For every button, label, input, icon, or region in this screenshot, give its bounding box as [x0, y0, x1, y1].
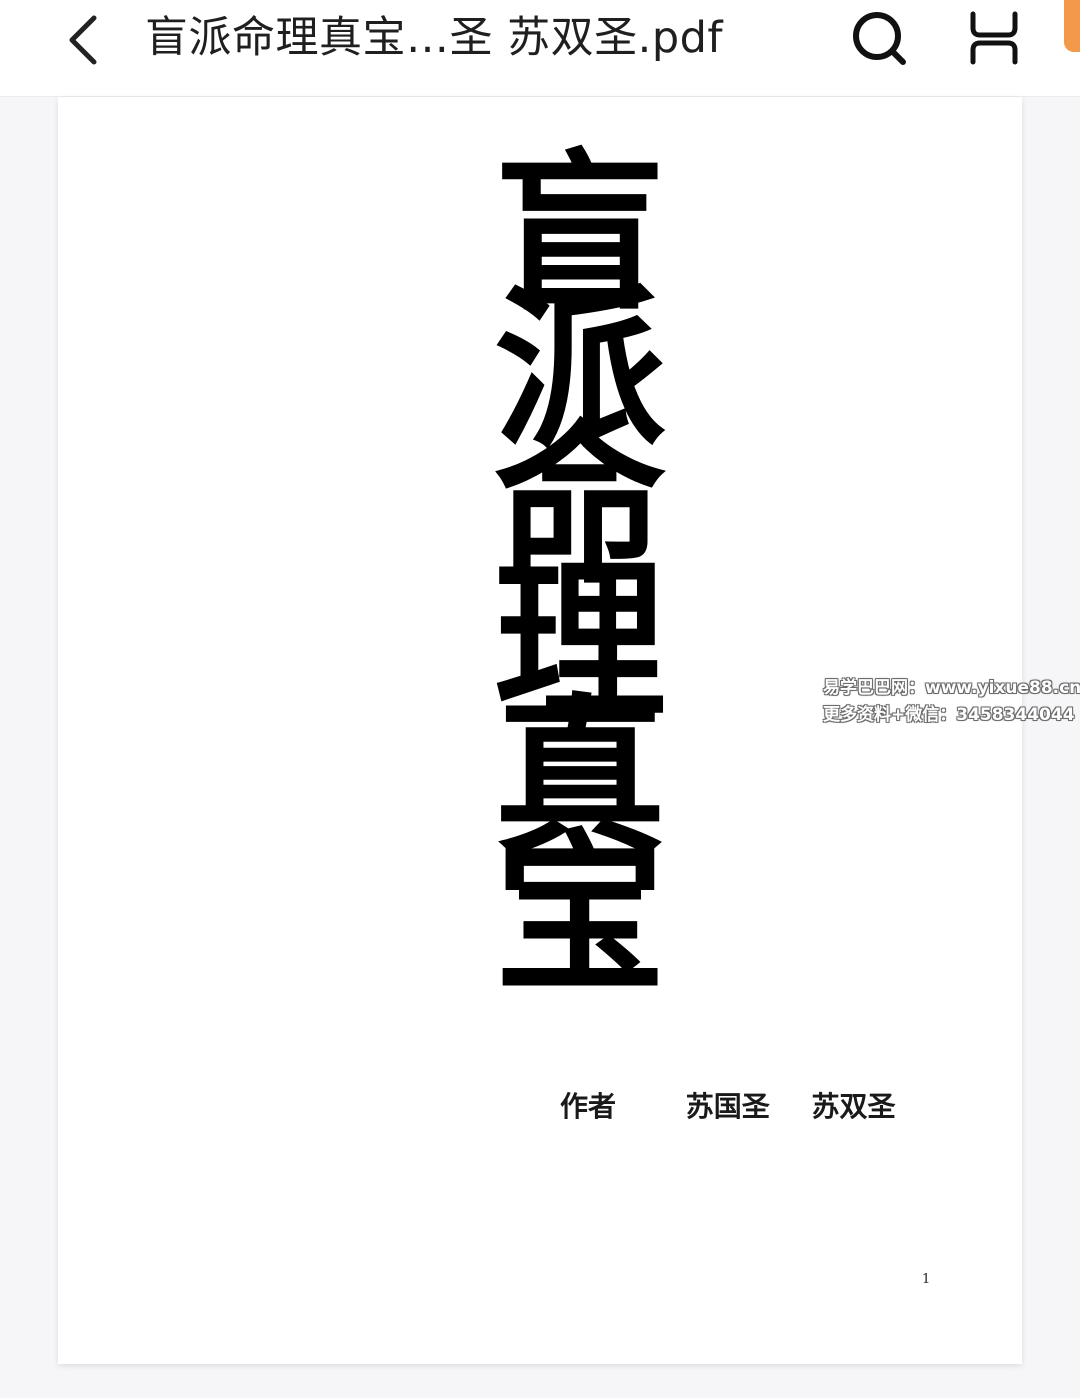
- reading-mode-button[interactable]: [960, 4, 1028, 72]
- chevron-left-icon: [69, 15, 97, 65]
- reading-mode-icon: [970, 11, 1018, 65]
- search-button[interactable]: [845, 4, 913, 72]
- author-name: 苏双圣: [811, 1090, 896, 1123]
- author-name: 苏国圣: [685, 1090, 770, 1123]
- author-label: 作者: [560, 1090, 617, 1123]
- back-button[interactable]: [52, 0, 116, 80]
- cover-title: 盲 派 命 理 真 宝: [58, 149, 1022, 1015]
- watermark-line: 更多资料+微信：3458344044: [823, 705, 1075, 725]
- top-toolbar: 盲派命理真宝…圣 苏双圣.pdf: [0, 0, 1080, 97]
- pdf-page: 盲 派 命 理 真 宝 作者 苏国圣 苏双圣 1: [58, 97, 1022, 1364]
- author-line: 作者 苏国圣 苏双圣: [560, 1087, 896, 1127]
- search-icon: [853, 12, 906, 65]
- page-number: 1: [922, 1272, 931, 1287]
- watermark: 易学巴巴网：www.yixue88.cn 更多资料+微信：3458344044: [823, 675, 1080, 729]
- document-title: 盲派命理真宝…圣 苏双圣.pdf: [145, 13, 724, 63]
- document-viewer[interactable]: 盲 派 命 理 真 宝 作者 苏国圣 苏双圣 1: [0, 97, 1080, 1398]
- side-panel-tab[interactable]: [1064, 0, 1080, 52]
- cover-title-char: 宝: [494, 814, 666, 1015]
- watermark-line: 易学巴巴网：www.yixue88.cn: [823, 678, 1080, 698]
